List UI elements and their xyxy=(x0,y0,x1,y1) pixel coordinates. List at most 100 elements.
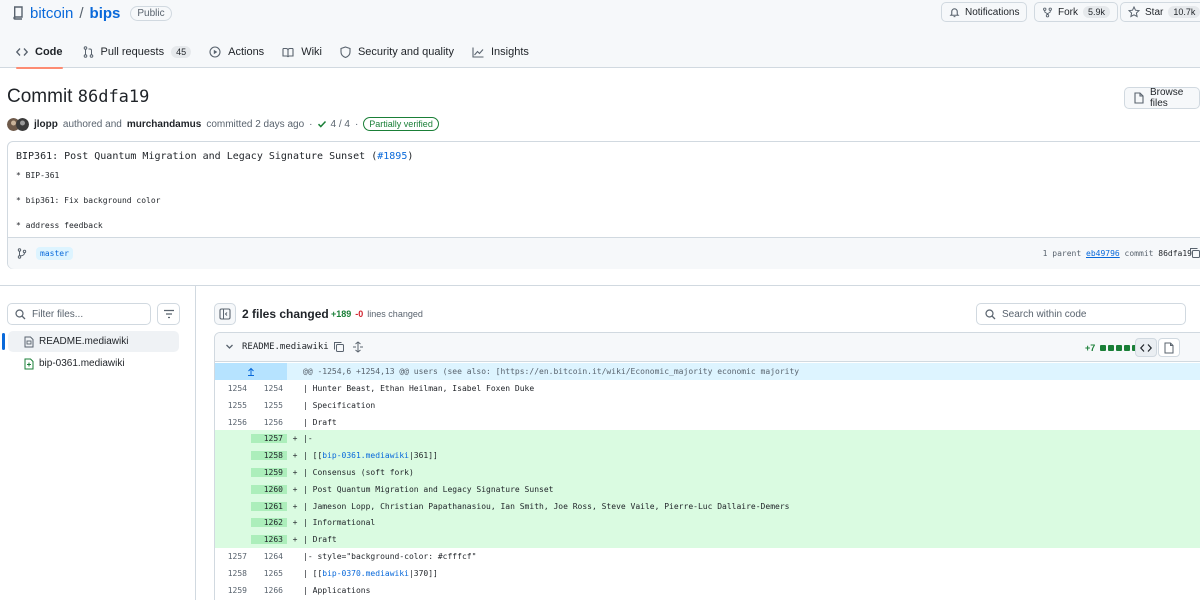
star-button[interactable]: Star 10.7k xyxy=(1120,2,1200,22)
diff-code-link[interactable]: bip-0370.mediawiki xyxy=(322,569,409,578)
commit-message-box: BIP361: Post Quantum Migration and Legac… xyxy=(7,141,1200,269)
new-line-number[interactable]: 1254 xyxy=(251,384,287,393)
old-line-number[interactable]: 1256 xyxy=(215,418,251,427)
files-changed-count: 2 files changed xyxy=(242,307,329,321)
tab-security-label: Security and quality xyxy=(357,46,454,58)
old-line-number[interactable]: 1257 xyxy=(215,552,251,561)
code-icon xyxy=(16,47,28,57)
notifications-button[interactable]: Notifications xyxy=(941,2,1028,22)
parent-sha-link[interactable]: eb49796 xyxy=(1086,249,1120,258)
checks-count: 4 / 4 xyxy=(330,118,350,130)
pr-link[interactable]: #1895 xyxy=(377,151,407,162)
repo-tabs: Code Pull requests 45 Actions Wiki Secur… xyxy=(0,36,537,69)
new-line-number[interactable]: 1265 xyxy=(251,569,287,578)
file-added-icon xyxy=(24,358,34,370)
search-within-code-input[interactable]: Search within code xyxy=(976,303,1186,325)
diff-row-added: 1258 + | [[bip-0361.mediawiki|361]] xyxy=(215,447,1200,465)
fork-button[interactable]: Fork 5.9k xyxy=(1034,2,1119,22)
filter-files-input[interactable]: Filter files... xyxy=(7,303,151,325)
file-tree-item-label: README.mediawiki xyxy=(39,336,129,347)
fork-count: 5.9k xyxy=(1083,6,1111,18)
page-title: Commit 86dfa19 xyxy=(7,86,149,108)
star-count: 10.7k xyxy=(1168,6,1200,18)
new-line-number[interactable]: 1263 xyxy=(251,535,287,545)
rich-view-button[interactable] xyxy=(1158,338,1180,357)
graph-icon xyxy=(472,47,484,58)
authored-text: authored and xyxy=(62,118,122,130)
commit-message-line: * bip361: Fix background color xyxy=(16,196,161,205)
search-within-code-placeholder: Search within code xyxy=(1002,308,1087,320)
expand-icon[interactable] xyxy=(352,341,364,353)
separator-dot: · xyxy=(309,118,313,130)
branch-badge[interactable]: master xyxy=(36,247,73,260)
repo-name-link[interactable]: bips xyxy=(90,5,121,22)
diff-row-context: 1258 1265 | [[bip-0370.mediawiki|370]] xyxy=(215,565,1200,582)
chevron-down-icon[interactable] xyxy=(225,342,234,351)
diff-code: | Draft xyxy=(303,535,337,545)
diff-sign: + xyxy=(292,468,298,477)
repo-title: bitcoin / bips Public xyxy=(12,4,172,22)
avatar[interactable] xyxy=(16,117,29,131)
new-line-number[interactable]: 1256 xyxy=(251,418,287,427)
checks-status[interactable]: 4 / 4 xyxy=(317,118,350,130)
diff-row-context: 1254 1254 | Hunter Beast, Ethan Heilman, I… xyxy=(215,380,1200,397)
lines-changed-summary: +189 -0 lines changed xyxy=(331,309,423,319)
committer-link[interactable]: murchandamus xyxy=(127,119,201,130)
browse-files-button[interactable]: Browse files xyxy=(1124,87,1200,109)
diff-code: | Applications xyxy=(303,585,371,595)
new-line-number[interactable]: 1266 xyxy=(251,586,287,595)
tab-security[interactable]: Security and quality xyxy=(332,36,462,68)
new-line-number[interactable]: 1264 xyxy=(251,552,287,561)
new-line-number[interactable]: 1260 xyxy=(251,484,287,494)
additions-count: +189 xyxy=(331,309,352,319)
diff-code-text: | [[ xyxy=(303,568,323,578)
diff-row-added: 1261 + | Jameson Lopp, Christian Papathana… xyxy=(215,497,1200,515)
old-line-number[interactable]: 1255 xyxy=(215,401,251,410)
file-tree-item-bip-0361[interactable]: bip-0361.mediawiki xyxy=(8,353,179,374)
file-diff-name[interactable]: README.mediawiki xyxy=(242,342,329,352)
filter-files-placeholder: Filter files... xyxy=(32,308,84,320)
tab-wiki[interactable]: Wiki xyxy=(274,36,330,68)
diff-row-context: 1256 1256 | Draft xyxy=(215,414,1200,431)
tab-pull-requests[interactable]: Pull requests 45 xyxy=(75,36,200,68)
diff-code: |- xyxy=(303,434,313,444)
tab-actions[interactable]: Actions xyxy=(201,36,272,68)
pull-requests-count: 45 xyxy=(171,46,192,58)
new-line-number[interactable]: 1258 xyxy=(251,451,287,461)
toggle-file-tree-button[interactable] xyxy=(214,303,236,325)
diff-sign: + xyxy=(292,434,298,444)
tab-insights[interactable]: Insights xyxy=(464,36,537,68)
diff-code-link[interactable]: bip-0361.mediawiki xyxy=(322,451,409,460)
diff-code: | [[bip-0361.mediawiki|361]] xyxy=(303,451,438,460)
filter-options-button[interactable] xyxy=(157,303,180,325)
old-line-number[interactable]: 1258 xyxy=(215,569,251,578)
diffstat-block xyxy=(1108,345,1115,351)
diff-code: | [[bip-0370.mediawiki|370]] xyxy=(303,569,438,578)
code-view-button[interactable] xyxy=(1135,338,1157,357)
browse-files-label: Browse files xyxy=(1150,87,1184,109)
book-icon xyxy=(282,47,294,58)
tab-code[interactable]: Code xyxy=(8,36,71,69)
copy-icon[interactable] xyxy=(333,341,345,353)
author-link[interactable]: jlopp xyxy=(34,119,58,130)
committed-text: committed 2 days ago xyxy=(206,118,305,130)
old-line-number[interactable]: 1259 xyxy=(215,586,251,595)
new-line-number[interactable]: 1261 xyxy=(251,501,287,511)
hunk-header-text: @@ -1254,6 +1254,13 @@ users (see also: … xyxy=(303,367,800,376)
new-line-number[interactable]: 1255 xyxy=(251,401,287,410)
tab-wiki-label: Wiki xyxy=(301,46,322,58)
new-line-number[interactable]: 1259 xyxy=(251,468,287,477)
verified-badge[interactable]: Partially verified xyxy=(363,117,439,131)
new-line-number[interactable]: 1257 xyxy=(251,434,287,444)
divider xyxy=(0,285,1200,286)
old-line-number[interactable]: 1254 xyxy=(215,384,251,393)
expand-up-icon[interactable] xyxy=(215,363,287,380)
repo-header: bitcoin / bips Public Notifications Fork… xyxy=(0,0,1200,69)
diff-sign: + xyxy=(292,451,298,461)
copy-icon[interactable] xyxy=(1189,247,1200,259)
repo-owner-link[interactable]: bitcoin xyxy=(30,5,73,22)
commit-message-line: * BIP-361 xyxy=(16,171,60,180)
file-tree-item-readme[interactable]: README.mediawiki xyxy=(2,331,179,352)
commit-message-title-text: BIP361: Post Quantum Migration and Legac… xyxy=(16,151,378,162)
new-line-number[interactable]: 1262 xyxy=(251,518,287,528)
